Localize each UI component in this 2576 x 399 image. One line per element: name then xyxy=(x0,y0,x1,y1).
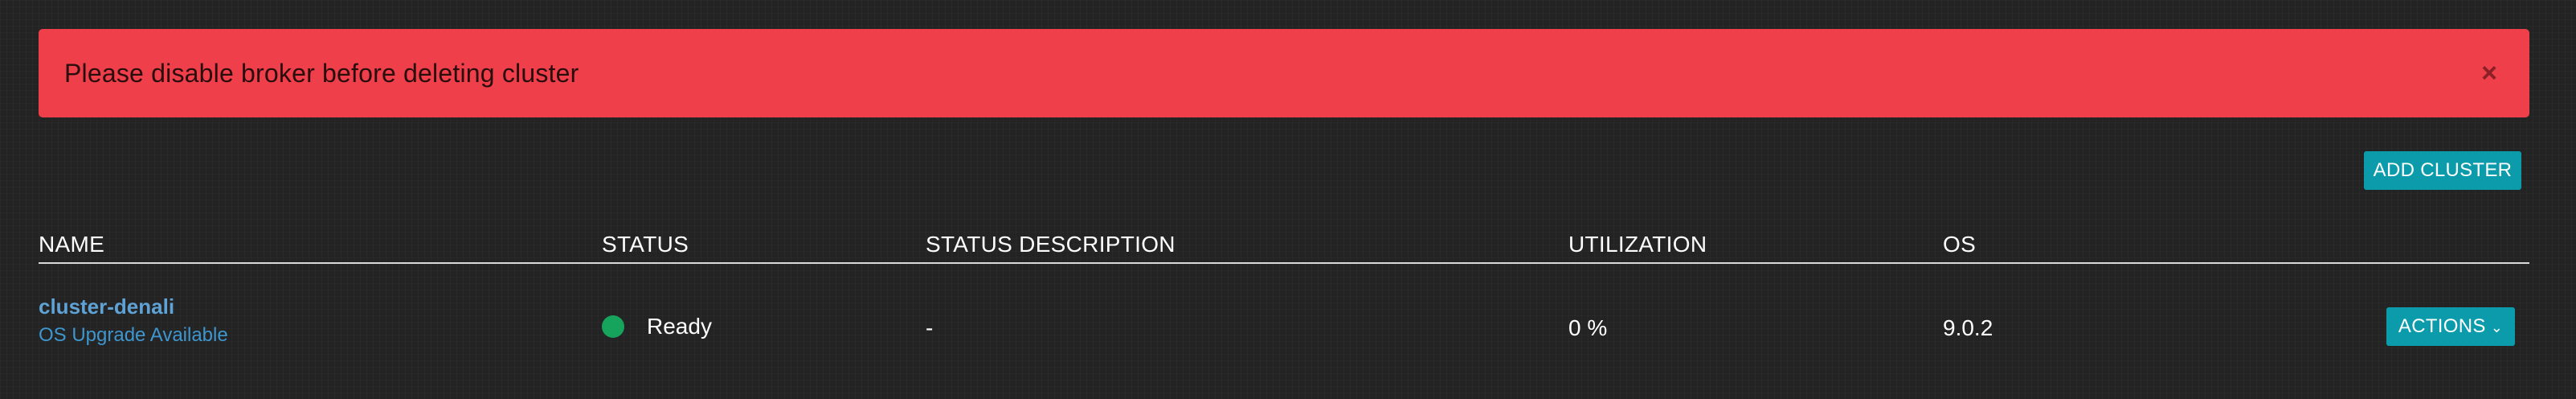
cluster-name-link[interactable]: cluster-denali xyxy=(39,294,228,319)
column-header-name: NAME xyxy=(39,232,105,257)
table-row: cluster-denali OS Upgrade Available Read… xyxy=(39,264,2529,352)
actions-label: ACTIONS xyxy=(2398,315,2486,337)
cluster-name-cell: cluster-denali OS Upgrade Available xyxy=(39,294,228,347)
add-cluster-button[interactable]: ADD CLUSTER xyxy=(2364,151,2521,190)
column-header-os: OS xyxy=(1943,232,1977,257)
chevron-down-icon: ⌄ xyxy=(2490,319,2504,335)
error-alert: Please disable broker before deleting cl… xyxy=(39,29,2529,117)
actions-cell: ACTIONS ⌄ xyxy=(2386,307,2515,346)
column-header-status: STATUS xyxy=(602,232,689,257)
os-version-text: 9.0.2 xyxy=(1943,315,1993,340)
os-upgrade-link[interactable]: OS Upgrade Available xyxy=(39,324,228,347)
clusters-table: NAME STATUS STATUS DESCRIPTION UTILIZATI… xyxy=(39,227,2529,352)
actions-button[interactable]: ACTIONS ⌄ xyxy=(2386,307,2515,346)
status-indicator-icon xyxy=(602,315,624,338)
status-cell: Ready xyxy=(602,314,712,339)
utilization-text: 0 % xyxy=(1568,315,1608,340)
close-icon[interactable]: × xyxy=(2481,60,2497,87)
alert-message: Please disable broker before deleting cl… xyxy=(64,58,579,88)
status-description-text: - xyxy=(926,315,934,340)
column-header-utilization: UTILIZATION xyxy=(1568,232,1707,257)
column-header-status-description: STATUS DESCRIPTION xyxy=(926,232,1176,257)
status-text: Ready xyxy=(647,314,712,339)
table-header: NAME STATUS STATUS DESCRIPTION UTILIZATI… xyxy=(39,227,2529,264)
